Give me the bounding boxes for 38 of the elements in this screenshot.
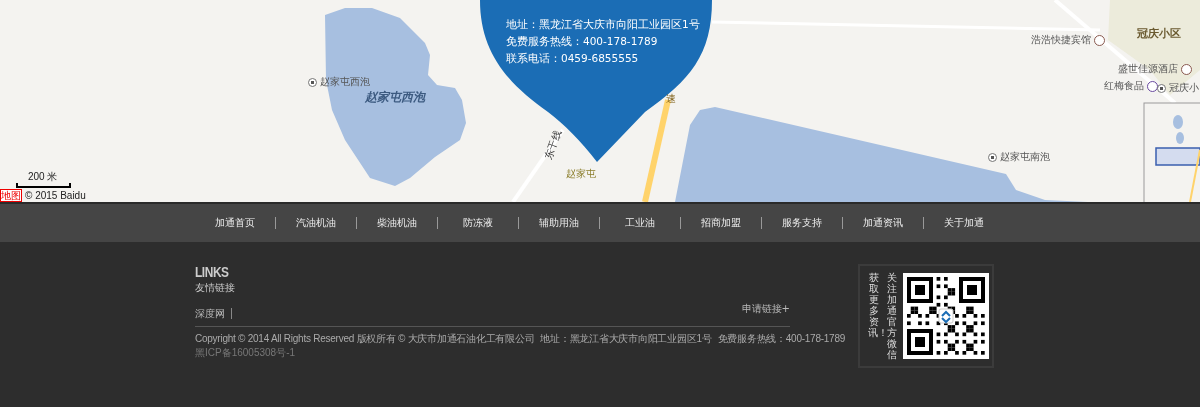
nav-link[interactable]: 招商加盟 [686,216,756,230]
map-label: 东干线 [541,128,564,162]
nav-link[interactable]: 防冻液 [443,216,513,230]
nav-link[interactable]: 汽油机油 [281,216,351,230]
place-icon [988,152,997,162]
nav-link[interactable]: 柴油机油 [362,216,432,230]
map-label: 赵家屯南泡 [1000,150,1050,164]
map-label: 红梅食品 [1104,79,1144,93]
scale-label: 200 米 [28,172,58,182]
contact-line: 免费服务热线：400-178-1789 [506,34,659,49]
map-label: 冠庆小区 [1137,26,1181,41]
qr-caption: 关注加通官方微信 [886,272,898,360]
map-label: 冠庆小 [1169,81,1199,95]
map-label: 浩浩快捷宾馆 [1031,33,1091,47]
scale-bar-icon [16,182,71,188]
map-label: 赵家屯西泡 [365,89,425,106]
links-title: LINKS [195,263,230,281]
map-label: 赵家屯 [566,167,596,181]
nav-link[interactable]: 工业油 [605,216,675,230]
apply-link[interactable]: 申请链接+ [741,302,790,321]
nav-link[interactable]: 加通首页 [200,216,270,230]
nav-link[interactable]: 加通资讯 [848,216,918,230]
nav-link[interactable]: 服务支持 [767,216,837,230]
map-label: 盛世佳源酒店 [1118,62,1178,76]
friend-link[interactable]: 深度网 [195,308,232,319]
hotline-text: 免费服务热线：400-178-1789 [717,332,846,346]
nav-link[interactable]: 辅助用油 [524,216,594,230]
contact-line: 地址：黑龙江省大庆市向阳工业园区1号 [506,17,700,32]
map-label: 赵家屯西泡 [320,75,370,89]
copyright-text: Copyright © 2014 All Rights Reserved 版权所有 © 大庆市加通石油化工有限公司 [195,332,535,346]
map-logo: 地图 [0,189,22,202]
map-copyright: © 2015 Baidu [25,190,86,201]
place-icon [308,77,317,87]
map-label: 速 [666,92,676,106]
nav-link[interactable]: 关于加通 [929,216,999,230]
contact-line: 联系电话：0459-6855555 [506,51,640,66]
links-subtitle: 友情链接 [195,281,236,295]
address-text: 地址：黑龙江省大庆市向阳工业园区1号 [540,332,712,346]
